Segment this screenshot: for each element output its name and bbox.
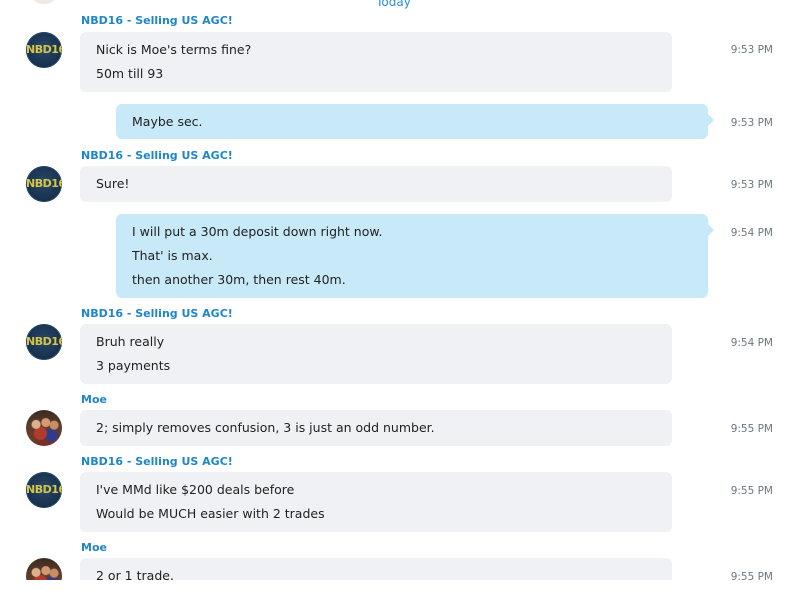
message-bubble[interactable]: Bruh really 3 payments bbox=[80, 324, 672, 384]
message-text: Maybe sec. bbox=[132, 114, 203, 129]
sender-name[interactable]: Moe bbox=[81, 393, 107, 406]
message-text: I've MMd like $200 deals before bbox=[96, 482, 295, 497]
timestamp: 9:53 PM bbox=[730, 179, 773, 191]
avatar[interactable]: NBD16 bbox=[26, 472, 62, 508]
message-bubble[interactable]: Maybe sec. bbox=[116, 104, 714, 139]
sender-name[interactable]: NBD16 - Selling US AGC! bbox=[81, 307, 233, 320]
message-text: 2; simply removes confusion, 3 is just a… bbox=[96, 420, 435, 435]
avatar[interactable]: NBD16 bbox=[26, 166, 62, 202]
timestamp: 9:54 PM bbox=[730, 337, 773, 349]
timestamp: 9:54 PM bbox=[730, 227, 773, 239]
date-divider: Today bbox=[376, 0, 411, 9]
message-text: then another 30m, then rest 40m. bbox=[132, 272, 346, 287]
message-bubble[interactable]: I will put a 30m deposit down right now.… bbox=[116, 214, 714, 298]
message-text: 2 or 1 trade. bbox=[96, 568, 174, 580]
message-text: I will put a 30m deposit down right now. bbox=[132, 224, 383, 239]
message-text: 50m till 93 bbox=[96, 66, 164, 81]
sender-name[interactable]: Moe bbox=[81, 541, 107, 554]
message-list[interactable]: Today NBD16 - Selling US AGC! NBD16 Nick… bbox=[0, 0, 787, 580]
message-text: Nick is Moe's terms fine? bbox=[96, 42, 252, 57]
message-bubble[interactable]: 2; simply removes confusion, 3 is just a… bbox=[80, 410, 672, 446]
message-text: Bruh really bbox=[96, 334, 165, 349]
avatar[interactable] bbox=[26, 558, 62, 580]
message-bubble[interactable]: I've MMd like $200 deals before Would be… bbox=[80, 472, 672, 532]
chat-window: Today NBD16 - Selling US AGC! NBD16 Nick… bbox=[0, 0, 787, 606]
timestamp: 9:55 PM bbox=[730, 423, 773, 435]
timestamp: 9:53 PM bbox=[730, 44, 773, 56]
avatar[interactable] bbox=[26, 410, 62, 446]
sender-name[interactable]: NBD16 - Selling US AGC! bbox=[81, 455, 233, 468]
avatar[interactable]: NBD16 bbox=[26, 32, 62, 68]
sender-name[interactable]: NBD16 - Selling US AGC! bbox=[81, 149, 233, 162]
message-text: 3 payments bbox=[96, 358, 171, 373]
message-text: Would be MUCH easier with 2 trades bbox=[96, 506, 325, 521]
message-bubble[interactable]: Sure! bbox=[80, 166, 672, 202]
timestamp: 9:55 PM bbox=[730, 485, 773, 497]
avatar[interactable]: NBD16 bbox=[26, 324, 62, 360]
message-bubble[interactable]: Nick is Moe's terms fine? 50m till 93 bbox=[80, 32, 672, 92]
sender-name[interactable]: NBD16 - Selling US AGC! bbox=[81, 14, 233, 27]
message-text: That' is max. bbox=[132, 248, 213, 263]
timestamp: 9:55 PM bbox=[730, 571, 773, 580]
timestamp: 9:53 PM bbox=[730, 117, 773, 129]
message-text: Sure! bbox=[96, 176, 130, 191]
message-bubble[interactable]: 2 or 1 trade. bbox=[80, 558, 672, 580]
